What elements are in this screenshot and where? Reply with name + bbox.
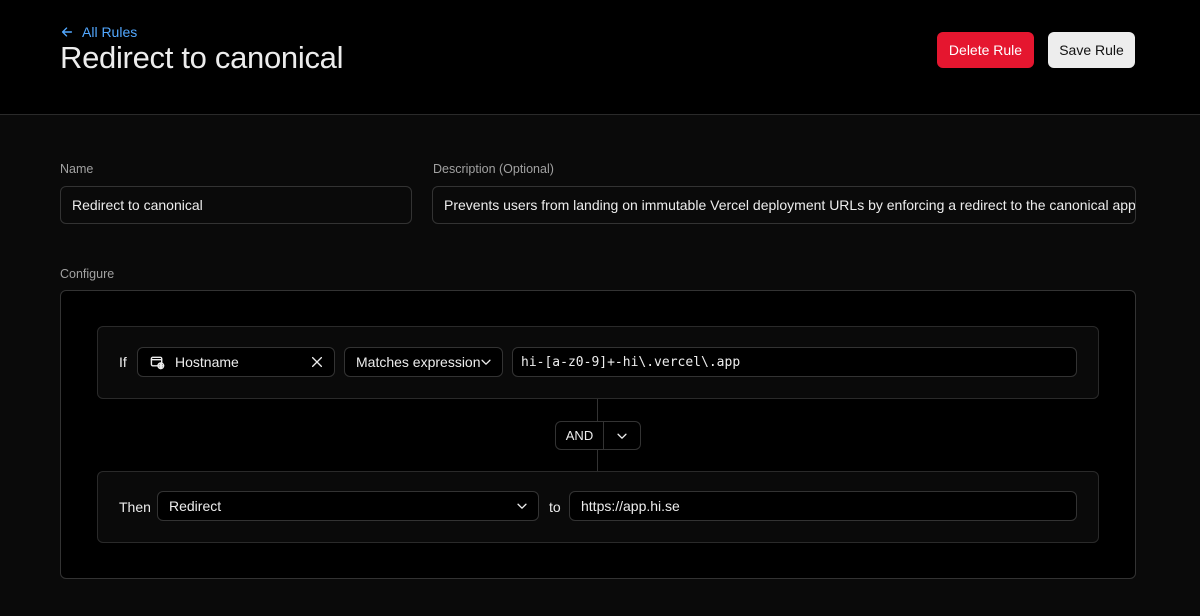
to-label: to [549,499,561,515]
field-select-value: Hostname [175,354,239,370]
hostname-icon [150,356,165,369]
description-label: Description (Optional) [433,162,554,176]
name-label: Name [60,162,94,176]
back-link-label: All Rules [82,24,138,40]
expression-input[interactable]: hi-[a-z0-9]+-hi\.vercel\.app [512,347,1077,377]
then-label: Then [119,499,151,515]
operator-select-value: Matches expression [356,354,481,370]
combinator-select[interactable]: AND [555,421,641,450]
page-title: Redirect to canonical [60,40,344,75]
chevron-down-icon [617,433,627,439]
combinator-toggle[interactable] [604,422,640,449]
chevron-down-icon [481,359,491,365]
description-input[interactable]: Prevents users from landing on immutable… [432,186,1136,224]
connector-line-top [597,399,598,421]
save-rule-button[interactable]: Save Rule [1048,32,1135,68]
if-label: If [119,354,127,370]
configure-label: Configure [60,267,115,281]
clear-icon[interactable] [310,355,324,369]
chevron-down-icon [517,503,527,509]
connector-line-bottom [597,450,598,471]
name-input[interactable]: Redirect to canonical [60,186,412,224]
back-link-all-rules[interactable]: All Rules [60,24,137,40]
page-header: All Rules Redirect to canonical Delete R… [0,0,1200,115]
delete-rule-button[interactable]: Delete Rule [937,32,1034,68]
operator-select[interactable]: Matches expression [344,347,503,377]
destination-input[interactable]: https://app.hi.se [569,491,1077,521]
combinator-value: AND [556,422,604,449]
action-select[interactable]: Redirect [157,491,539,521]
field-select-hostname[interactable]: Hostname [137,347,335,377]
action-select-value: Redirect [169,498,222,514]
arrow-left-icon [61,27,73,37]
